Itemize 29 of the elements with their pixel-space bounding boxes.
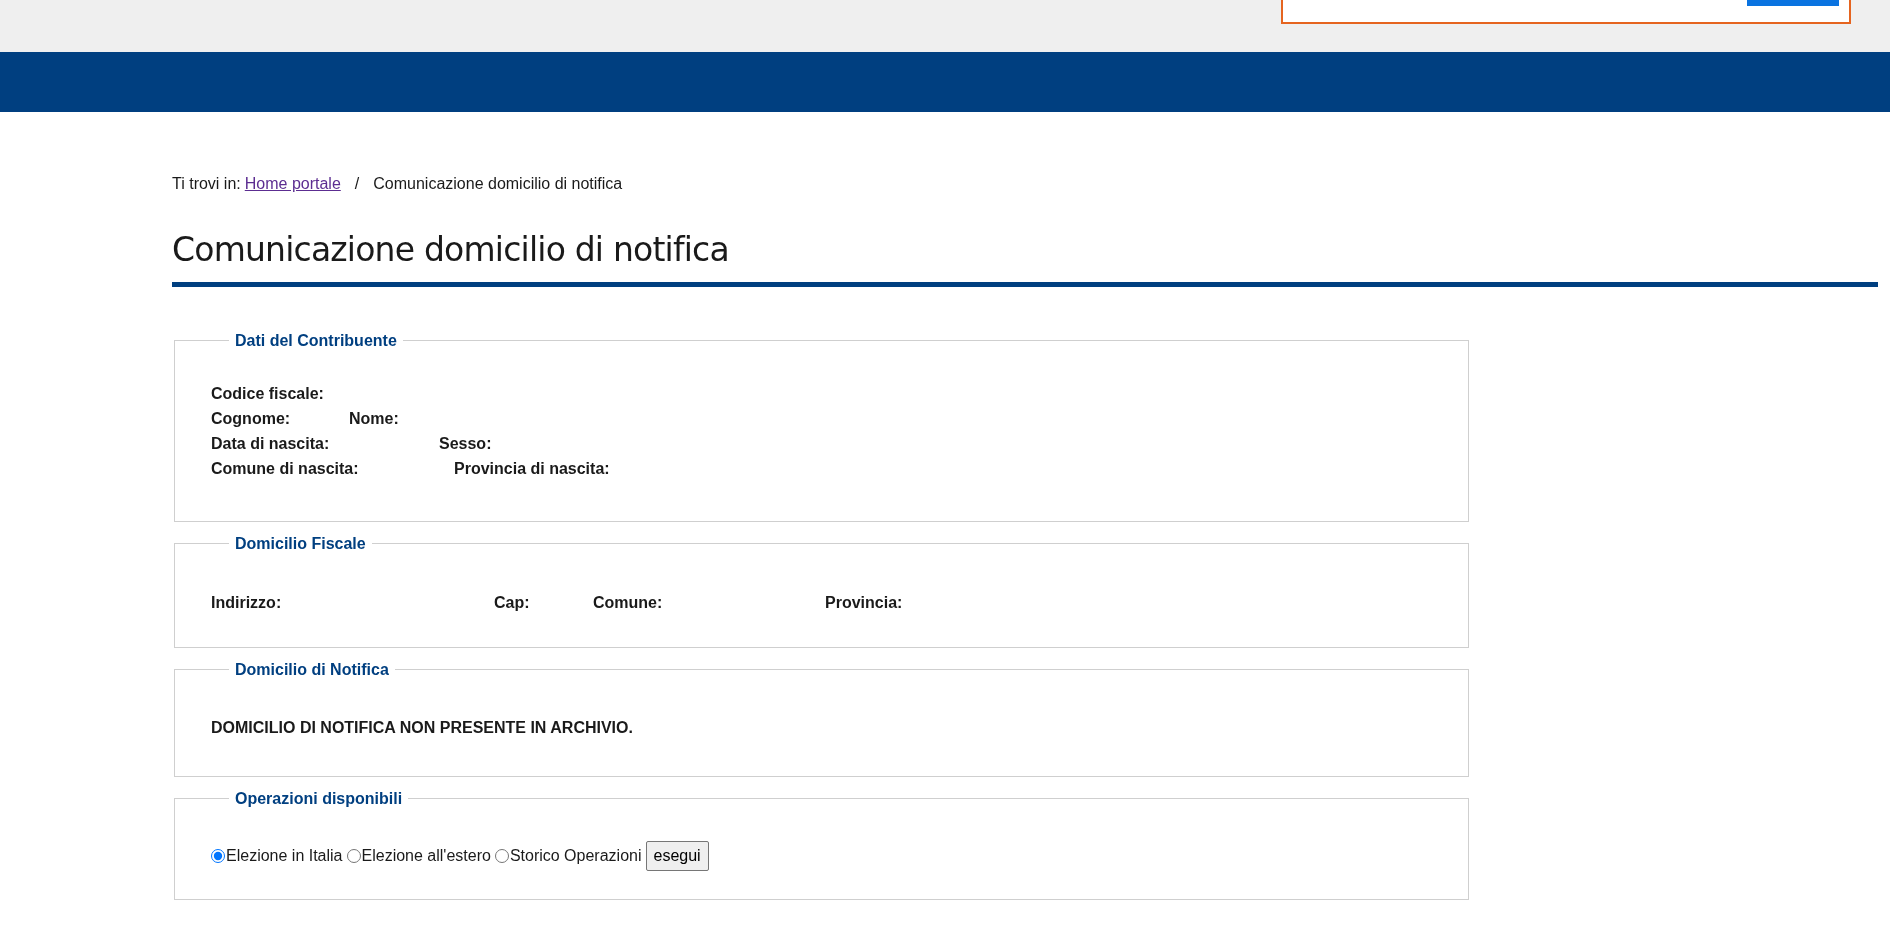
field-label: Comune di nascita: — [211, 458, 360, 479]
field-label: Codice fiscale: — [211, 383, 324, 404]
radio-button[interactable] — [494, 848, 509, 863]
field-label: Nome: — [349, 408, 399, 429]
radio-label[interactable]: Elezione all'estero — [361, 843, 491, 868]
section-legend: Dati del Contribuente — [229, 332, 403, 349]
section-legend: Operazioni disponibili — [229, 790, 409, 807]
field-label: Cap: — [494, 592, 531, 613]
field-label: Provincia: — [825, 592, 903, 613]
search-field[interactable] — [1281, 0, 1851, 24]
breadcrumb-current: Comunicazione domicilio di notifica — [373, 174, 623, 194]
section-legend: Domicilio di Notifica — [229, 661, 395, 678]
radio-label[interactable]: Storico Operazioni — [509, 843, 642, 868]
field-label: Cognome: — [211, 408, 292, 429]
breadcrumb-prefix: Ti trovi in: — [172, 174, 241, 194]
page-title: Comunicazione domicilio di notifica — [172, 230, 730, 270]
radio-button[interactable] — [346, 848, 361, 863]
breadcrumb-separator: / — [354, 174, 360, 194]
section-legend: Domicilio Fiscale — [229, 535, 372, 552]
field-label: Data di nascita: — [211, 433, 331, 454]
field-label: Sesso: — [439, 433, 492, 454]
status-message: DOMICILIO DI NOTIFICA NON PRESENTE IN ARCHIVIO. — [211, 717, 634, 738]
field-label: Provincia di nascita: — [454, 458, 610, 479]
field-label: Comune: — [593, 592, 664, 613]
esegui-button[interactable]: esegui — [645, 840, 709, 871]
field-label: Indirizzo: — [211, 592, 283, 613]
radio-button[interactable] — [211, 848, 225, 863]
radio-label[interactable]: Elezione in Italia — [226, 843, 343, 868]
breadcrumb-link[interactable]: Home portale — [244, 172, 341, 196]
